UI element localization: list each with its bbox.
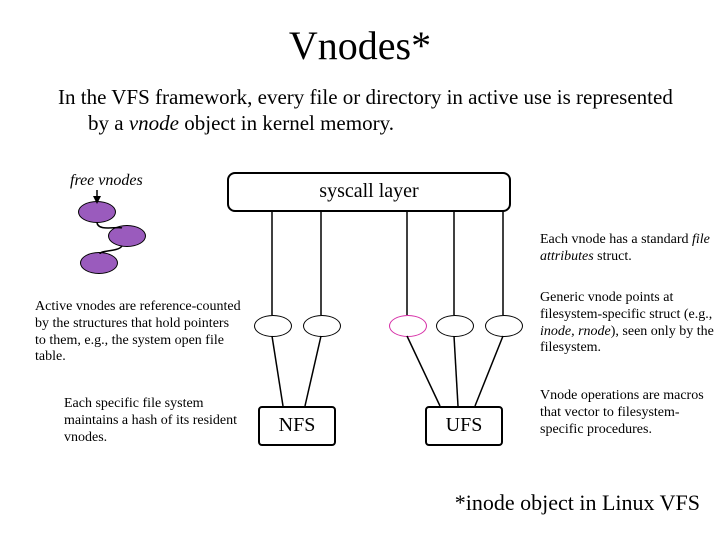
note-attr-struct: Each vnode has a standard file attribute… — [540, 232, 710, 266]
nfs-box: NFS — [258, 406, 336, 446]
active-vnode-oval — [303, 315, 341, 337]
slide: Vnodes* In the VFS framework, every file… — [0, 0, 720, 540]
intro-text: In the VFS framework, every file or dire… — [58, 84, 698, 137]
note-active-refcount: Active vnodes are reference-counted by t… — [35, 299, 243, 366]
active-vnode-oval — [436, 315, 474, 337]
free-vnode-oval — [78, 201, 116, 223]
note-fs-hash: Each specific file system maintains a ha… — [64, 396, 244, 446]
note-generic-vnode: Generic vnode points at filesystem-speci… — [540, 290, 715, 357]
free-vnode-oval — [108, 225, 146, 247]
free-vnode-oval — [80, 252, 118, 274]
ufs-box: UFS — [425, 406, 503, 446]
free-vnodes-label: free vnodes — [70, 172, 143, 190]
active-vnode-oval — [254, 315, 292, 337]
note-vnode-ops: Vnode operations are macros that vector … — [540, 388, 715, 438]
syscall-layer-box: syscall layer — [227, 172, 511, 212]
footnote: *inode object in Linux VFS — [0, 490, 700, 516]
slide-title: Vnodes* — [0, 22, 720, 69]
active-vnode-oval-magenta — [389, 315, 427, 337]
active-vnode-oval — [485, 315, 523, 337]
